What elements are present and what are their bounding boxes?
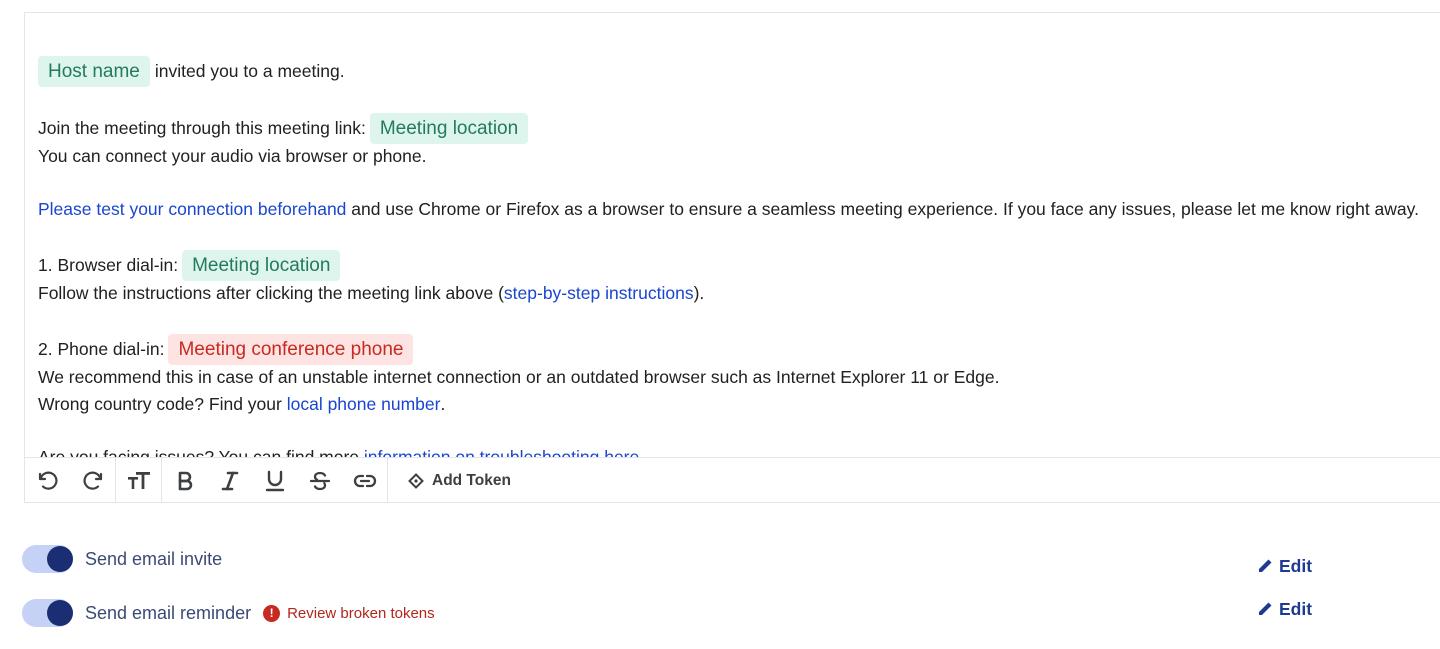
editor-content[interactable]: Host name invited you to a meeting. Join… <box>38 13 1440 457</box>
undo-button[interactable] <box>25 458 70 503</box>
pencil-icon <box>1259 559 1272 572</box>
add-token-button[interactable]: Add Token <box>388 458 511 503</box>
send-invite-label: Send email invite <box>85 548 223 569</box>
host-name-token[interactable]: Host name <box>38 56 150 87</box>
link-icon <box>353 474 376 487</box>
editor-text: invited you to a meeting. <box>154 61 345 81</box>
broken-tokens-warning: ! Review broken tokens <box>263 604 435 622</box>
editor-line: You can connect your audio via browser o… <box>38 143 427 170</box>
editor-line: Join the meeting through this meeting li… <box>38 113 532 144</box>
token-icon <box>408 472 424 489</box>
editor-toolbar: Add Token <box>25 457 1440 503</box>
edit-invite-button[interactable]: Edit <box>1257 551 1312 581</box>
editor-text: 2. Phone dial-in: <box>38 339 165 359</box>
send-reminder-row: Send email reminder ! Review broken toke… <box>22 598 435 628</box>
italic-icon <box>221 471 238 490</box>
add-token-label: Add Token <box>432 471 511 489</box>
bold-button[interactable] <box>162 458 207 503</box>
send-invite-row: Send email invite <box>22 544 222 574</box>
text-size-button[interactable] <box>116 458 161 503</box>
editor-line: Follow the instructions after clicking t… <box>38 280 704 307</box>
step-by-step-link[interactable]: step-by-step instructions <box>504 280 694 307</box>
send-reminder-label: Send email reminder <box>85 602 252 623</box>
text-size-group <box>116 458 162 503</box>
redo-icon <box>82 471 102 490</box>
toggle-knob <box>47 600 73 626</box>
editor-line: Please test your connection beforehand a… <box>38 196 1419 223</box>
meeting-location-token[interactable]: Meeting location <box>369 113 529 144</box>
conference-phone-token[interactable]: Meeting conference phone <box>168 334 414 365</box>
exclamation-icon: ! <box>263 604 281 622</box>
send-reminder-toggle[interactable] <box>22 599 73 627</box>
email-template-editor: Host name invited you to a meeting. Join… <box>24 12 1440 503</box>
bold-icon <box>178 471 192 490</box>
editor-line: Are you facing issues? You can find more… <box>38 444 644 457</box>
underline-button[interactable] <box>252 458 297 503</box>
strikethrough-icon <box>309 471 330 490</box>
broken-tokens-text: Review broken tokens <box>287 604 435 622</box>
toggle-knob <box>47 546 73 572</box>
editor-text: You can connect your audio via browser o… <box>38 146 427 166</box>
redo-button[interactable] <box>70 458 115 503</box>
editor-text: . <box>639 447 645 457</box>
editor-text: We recommend this in case of an unstable… <box>38 367 1000 387</box>
send-invite-toggle[interactable] <box>22 545 73 573</box>
editor-text: Follow the instructions after clicking t… <box>38 283 504 303</box>
edit-reminder-label: Edit <box>1279 598 1313 619</box>
test-connection-link[interactable]: Please test your connection beforehand <box>38 196 346 223</box>
editor-text: ). <box>693 283 705 303</box>
local-phone-number-link[interactable]: local phone number <box>287 391 441 418</box>
editor-text: . <box>440 394 446 414</box>
edit-invite-label: Edit <box>1279 555 1313 576</box>
link-button[interactable] <box>342 458 387 503</box>
editor-text: Wrong country code? Find your <box>38 394 282 414</box>
editor-text: and use Chrome or Firefox as a browser t… <box>351 199 1419 219</box>
editor-text: Join the meeting through this meeting li… <box>38 118 366 138</box>
editor-line: 1. Browser dial-in: Meeting location <box>38 250 344 281</box>
strikethrough-button[interactable] <box>297 458 342 503</box>
italic-button[interactable] <box>207 458 252 503</box>
editor-line: Wrong country code? Find your local phon… <box>38 391 445 418</box>
editor-line: 2. Phone dial-in: Meeting conference pho… <box>38 334 417 365</box>
editor-text: Are you facing issues? You can find more <box>38 447 360 457</box>
editor-line: We recommend this in case of an unstable… <box>38 364 999 391</box>
text-size-icon <box>127 471 150 489</box>
edit-reminder-button[interactable]: Edit <box>1257 594 1312 624</box>
editor-line: Host name invited you to a meeting. <box>38 56 345 87</box>
pencil-icon <box>1259 602 1272 615</box>
troubleshooting-link[interactable]: information on troubleshooting here <box>364 444 639 457</box>
history-group <box>25 458 116 503</box>
underline-icon <box>265 470 284 491</box>
editor-text: 1. Browser dial-in: <box>38 255 179 275</box>
format-group <box>162 458 388 503</box>
meeting-location-token[interactable]: Meeting location <box>182 250 341 281</box>
undo-icon <box>38 471 58 490</box>
